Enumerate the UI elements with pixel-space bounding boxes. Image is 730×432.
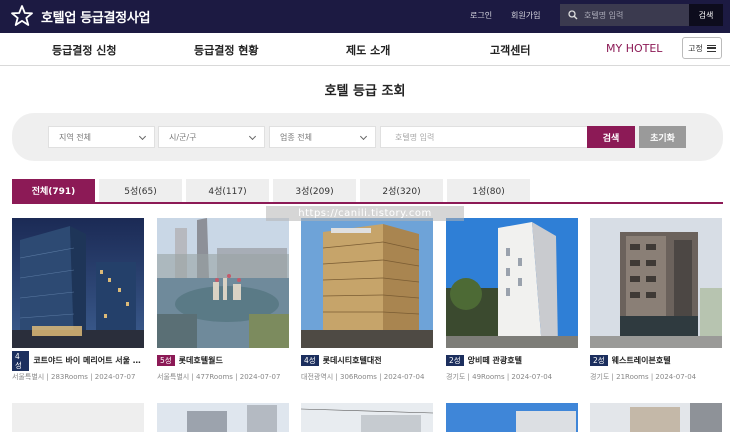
site-title: 호텔업 등급결정사업: [41, 10, 151, 26]
login-link[interactable]: 로그인: [470, 10, 492, 21]
region-select[interactable]: 지역 전체: [48, 126, 155, 148]
hotel-photo[interactable]: [301, 403, 433, 432]
hotel-photo[interactable]: [157, 403, 289, 432]
tabs-underline: [12, 202, 723, 204]
chevron-down-icon: [359, 132, 368, 141]
filter-reset-button[interactable]: 초기화: [639, 126, 686, 148]
main-nav: 등급결정 신청 등급결정 현황 제도 소개 고객센터 MY HOTEL 고정: [0, 33, 730, 66]
grade-badge: 4성: [12, 350, 30, 371]
business-type-select[interactable]: 업종 전체: [269, 126, 376, 148]
nav-intro[interactable]: 제도 소개: [346, 42, 390, 58]
hotel-name[interactable]: 롯데호텔월드: [179, 355, 223, 366]
hotel-photo[interactable]: [12, 218, 144, 348]
hotel-card[interactable]: 2성 웨스트레이븐호텔 경기도 | 21Rooms | 2024-07-04: [590, 218, 722, 382]
nav-apply[interactable]: 등급결정 신청: [52, 42, 117, 58]
header-search-input[interactable]: [584, 10, 684, 20]
nav-my-hotel[interactable]: MY HOTEL: [606, 42, 662, 55]
filter-search-button[interactable]: 검색: [587, 126, 635, 148]
tab-5star[interactable]: 5성(65): [99, 179, 182, 202]
tab-all[interactable]: 전체(791): [12, 179, 95, 202]
hotel-photo[interactable]: [301, 218, 433, 348]
star-logo-icon: [11, 5, 33, 26]
hotel-name[interactable]: 롯데시티호텔대전: [323, 355, 382, 366]
city-select[interactable]: 시/군/구: [158, 126, 265, 148]
chevron-down-icon: [138, 132, 147, 141]
header-search: [560, 4, 689, 26]
top-bar: 호텔업 등급결정사업 로그인 회원가입 검색: [0, 0, 730, 33]
filter-panel: 지역 전체 시/군/구 업종 전체 검색 초기화: [12, 113, 723, 161]
hotel-meta: 서울특별시 | 283Rooms | 2024-07-07: [12, 373, 136, 381]
hotel-name[interactable]: 웨스트레이븐호텔: [612, 355, 671, 366]
hotel-card[interactable]: 2성 앙비떼 관광호텔 경기도 | 49Rooms | 2024-07-04: [446, 218, 578, 382]
business-type-value: 업종 전체: [280, 132, 312, 142]
page-title: 호텔 등급 조회: [324, 84, 406, 99]
nav-support[interactable]: 고객센터: [490, 42, 530, 58]
site-logo[interactable]: 호텔업 등급결정사업: [10, 4, 150, 28]
menu-icon: [706, 44, 716, 52]
fix-menu-button[interactable]: 고정: [682, 37, 722, 59]
grade-badge: 2성: [590, 355, 608, 366]
region-select-value: 지역 전체: [59, 132, 91, 142]
hotel-meta: 대전광역시 | 306Rooms | 2024-07-04: [301, 373, 425, 381]
hotel-meta: 경기도 | 49Rooms | 2024-07-04: [446, 373, 553, 381]
hotel-card[interactable]: 4성 롯데시티호텔대전 대전광역시 | 306Rooms | 2024-07-0…: [301, 218, 433, 382]
header-search-button[interactable]: 검색: [689, 4, 723, 26]
hotel-card[interactable]: 4성 코트야드 바이 메리어트 서울 판교 서울특별시 | 283Rooms |…: [12, 218, 144, 382]
hotel-photo[interactable]: [590, 403, 722, 432]
tab-4star[interactable]: 4성(117): [186, 179, 269, 202]
hotel-photo[interactable]: [12, 403, 144, 432]
hotel-photo[interactable]: [446, 403, 578, 432]
search-icon: [568, 10, 578, 20]
hotel-photo[interactable]: [590, 218, 722, 348]
signup-link[interactable]: 회원가입: [511, 10, 540, 21]
hotel-photo[interactable]: [446, 218, 578, 348]
grade-badge: 2성: [446, 355, 464, 366]
hotel-name-input[interactable]: [380, 126, 593, 148]
grade-badge: 4성: [301, 355, 319, 366]
hotel-meta: 서울특별시 | 477Rooms | 2024-07-07: [157, 373, 281, 381]
city-select-value: 시/군/구: [169, 132, 197, 142]
hotel-meta: 경기도 | 21Rooms | 2024-07-04: [590, 373, 697, 381]
nav-status[interactable]: 등급결정 현황: [194, 42, 259, 58]
hotel-card[interactable]: 5성 롯데호텔월드 서울특별시 | 477Rooms | 2024-07-07: [157, 218, 289, 382]
chevron-down-icon: [248, 132, 257, 141]
fix-label: 고정: [688, 43, 703, 53]
hotel-photo[interactable]: [157, 218, 289, 348]
hotel-name[interactable]: 코트야드 바이 메리어트 서울 판교: [33, 355, 144, 366]
tab-3star[interactable]: 3성(209): [273, 179, 356, 202]
hotel-name[interactable]: 앙비떼 관광호텔: [468, 355, 522, 366]
tab-2star[interactable]: 2성(320): [360, 179, 443, 202]
watermark: https://canili.tistory.com: [266, 206, 464, 221]
tab-1star[interactable]: 1성(80): [447, 179, 530, 202]
grade-badge: 5성: [157, 355, 175, 366]
